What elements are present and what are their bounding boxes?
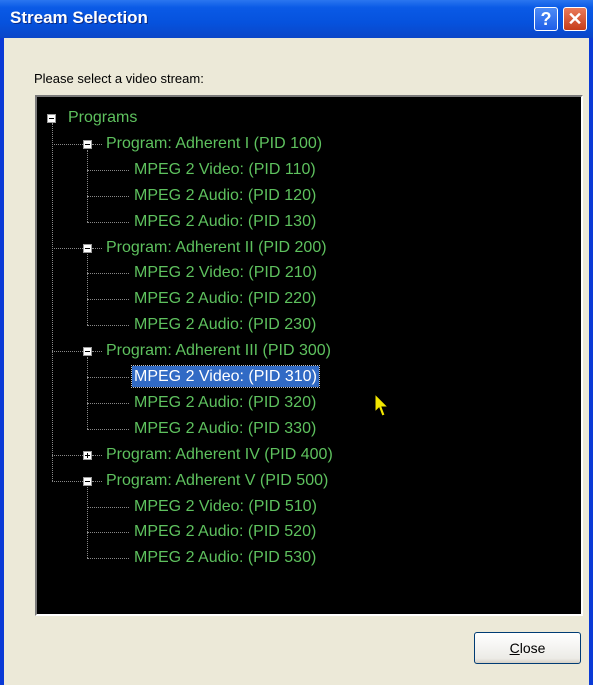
tree-connector [92,351,102,353]
tree-stream-item[interactable]: MPEG 2 Audio: (PID 520) [132,521,318,542]
tree-connector [87,486,88,559]
window-title: Stream Selection [10,8,148,27]
tree-connector [87,532,129,534]
tree-stream-item[interactable]: MPEG 2 Audio: (PID 530) [132,547,318,568]
tree-program-item[interactable]: Program: Adherent IV (PID 400) [104,444,335,465]
tree-connector [87,357,88,429]
tree-connector [52,480,83,482]
close-label-rest: lose [519,640,546,656]
tree-connector [87,195,129,197]
tree-program-item[interactable]: Program: Adherent I (PID 100) [104,133,324,154]
tree-root-programs[interactable]: Programs [66,107,139,128]
tree-connector [87,169,129,171]
tree-connector [92,480,102,482]
tree-connector [87,506,129,508]
tree-connector [87,377,129,378]
tree-stream-item[interactable]: MPEG 2 Audio: (PID 120) [132,185,318,206]
collapse-toggle-icon[interactable] [83,243,92,253]
title-bar[interactable]: Stream Selection ? ✕ [0,0,593,38]
tree-program-item[interactable]: Program: Adherent II (PID 200) [104,237,329,258]
tree-stream-item[interactable]: MPEG 2 Video: (PID 110) [132,159,318,180]
close-mnemonic: C [509,640,520,656]
tree-connector [52,351,83,353]
tree-connector [52,123,53,481]
tree-connector [92,454,102,456]
tree-connector [87,402,129,404]
window-close-button[interactable]: ✕ [563,7,587,31]
tree-connector [52,143,83,145]
collapse-toggle-icon[interactable] [47,114,56,123]
tree-connector [87,299,129,301]
expand-toggle-icon[interactable] [83,450,92,460]
collapse-toggle-icon[interactable] [83,347,92,357]
prompt-label: Please select a video stream: [34,71,204,86]
dialog-body: Please select a video stream: Programs P… [4,38,589,685]
tree-stream-item[interactable]: MPEG 2 Video: (PID 310) [131,365,320,388]
tree-connector [87,221,129,223]
tree-connector [87,149,88,222]
tree-connector [87,253,88,326]
tree-connector [52,454,83,456]
tree-stream-item[interactable]: MPEG 2 Audio: (PID 220) [132,288,318,309]
tree-connector [87,428,129,430]
tree-program-item[interactable]: Program: Adherent V (PID 500) [104,470,330,491]
mouse-pointer-icon [374,393,390,417]
help-button[interactable]: ? [534,7,558,31]
tree-connector [92,143,102,145]
stream-tree-view[interactable]: Programs Program: Adherent I (PID 100) MP… [35,95,583,616]
tree-stream-item[interactable]: MPEG 2 Video: (PID 210) [132,262,319,283]
tree-stream-item[interactable]: MPEG 2 Audio: (PID 320) [132,392,318,413]
tree-connector [87,325,129,327]
tree-stream-item[interactable]: MPEG 2 Audio: (PID 330) [132,418,318,439]
tree-connector [87,558,129,560]
tree-connector [92,247,102,249]
close-button[interactable]: Close [474,632,581,664]
tree-connector [52,247,83,249]
stream-selection-dialog: Stream Selection ? ✕ Please select a vid… [0,0,593,685]
tree-connector [87,273,129,275]
collapse-toggle-icon[interactable] [83,476,92,486]
tree-stream-item[interactable]: MPEG 2 Video: (PID 510) [132,496,319,517]
collapse-toggle-icon[interactable] [83,139,92,149]
tree-stream-item[interactable]: MPEG 2 Audio: (PID 130) [132,211,318,232]
tree-program-item[interactable]: Program: Adherent III (PID 300) [104,340,333,361]
tree-stream-item[interactable]: MPEG 2 Audio: (PID 230) [132,314,318,335]
